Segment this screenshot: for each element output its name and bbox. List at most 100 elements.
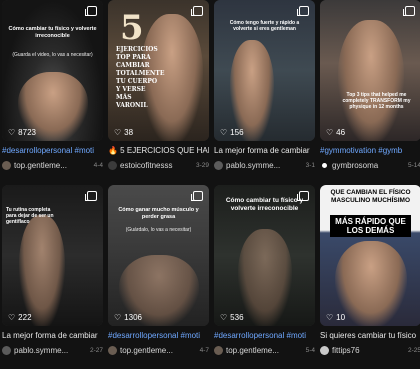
post-date: 3-29 [195,162,209,169]
thumbnail-figure [230,40,274,141]
overlay-text: Cómo ganar mucho músculo y perder grasa [118,207,199,220]
likes-value: 156 [230,128,244,137]
post-date: 4-4 [93,162,103,169]
likes-count: ♡ 46 [326,128,345,137]
video-thumbnail[interactable]: Cómo cambiar tu físico y volverte irreco… [2,0,103,141]
video-card[interactable]: Tu rutina completa para dejar de ser un … [2,185,105,369]
heart-outline-icon: ♡ [114,127,122,137]
likes-value: 222 [18,313,32,322]
author-name[interactable]: fittips76 [332,346,406,355]
multi-image-icon [191,6,203,16]
post-date: 2-27 [89,347,103,354]
likes-count: ♡ 156 [220,128,244,137]
avatar[interactable] [108,161,117,170]
author-name[interactable]: top.gentleme... [226,346,304,355]
thumbnail-figure [237,229,292,326]
author-name[interactable]: gymbrosoma [332,161,406,170]
multi-image-icon [297,6,309,16]
likes-count: ♡ 38 [114,128,133,137]
video-meta: pablo.symme... 2-27 [2,346,103,355]
video-thumbnail[interactable]: QUE CAMBIAN EL FÍSICO MASCULINO MUCHÍSIM… [320,185,420,326]
multi-image-icon [403,6,415,16]
overlay-text: Tu rutina completa para dejar de ser un … [6,207,54,225]
overlay-subtext: (Guarda el video, lo vas a necesitar) [12,52,93,58]
video-card[interactable]: QUE CAMBIAN EL FÍSICO MASCULINO MUCHÍSIM… [320,185,420,369]
multi-image-icon [191,191,203,201]
overlay-subtext: MÁS RÁPIDO QUE LOS DEMÁS [330,215,411,237]
author-name[interactable]: pablo.symme... [14,346,88,355]
overlay-text: Cómo cambiar tu físico y volverte irreco… [225,197,304,212]
avatar[interactable] [214,346,223,355]
video-meta: top.gentleme... 4-4 [2,161,103,170]
video-thumbnail[interactable]: Cómo tengo fuerte y rápido a volverte si… [214,0,315,141]
post-date: 2-25 [407,347,420,354]
overlay-subtext: (Guárdalo, lo vas a necesitar) [125,227,192,233]
likes-count: ♡ 536 [220,313,244,322]
likes-count: ♡ 222 [8,313,32,322]
thumbnail-figure [337,20,404,141]
video-card[interactable]: Cómo tengo fuerte y rápido a volverte si… [214,0,317,184]
overlay-text: Cómo cambiar tu físico y volverte irreco… [8,26,97,39]
video-title[interactable]: #desarrollopersonal #moti [2,146,103,155]
heart-outline-icon: ♡ [220,127,228,137]
author-name[interactable]: pablo.symme... [226,161,304,170]
likes-value: 38 [124,128,134,137]
video-title[interactable]: La mejor forma de cambiar [214,146,315,155]
thumbnail-figure [19,215,65,326]
avatar[interactable] [320,161,329,170]
avatar[interactable] [108,346,117,355]
video-card[interactable]: Top 3 tips that helped me completely TRA… [320,0,420,184]
author-name[interactable]: top.gentleme... [14,161,92,170]
likes-value: 1306 [124,313,142,322]
author-name[interactable]: estoicofitnesss [120,161,194,170]
likes-count: ♡ 10 [326,313,345,322]
video-meta: fittips76 2-25 [320,346,420,355]
video-card[interactable]: Cómo ganar mucho músculo y perder grasa … [108,185,211,369]
video-thumbnail[interactable]: Top 3 tips that helped me completely TRA… [320,0,420,141]
multi-image-icon [85,6,97,16]
heart-outline-icon: ♡ [114,312,122,322]
video-title[interactable]: La mejor forma de cambiar [2,331,103,340]
overlay-text: QUE CAMBIAN EL FÍSICO MASCULINO MUCHÍSIM… [330,189,411,204]
video-title[interactable]: 🔥 5 EJERCICIOS QUE HAR [108,146,209,155]
overlay-text: Cómo tengo fuerte y rápido a volverte si… [229,20,300,32]
avatar[interactable] [320,346,329,355]
heart-outline-icon: ♡ [220,312,228,322]
video-grid: Cómo cambiar tu físico y volverte irreco… [0,0,420,369]
video-meta: pablo.symme... 3-1 [214,161,315,170]
video-title[interactable]: #gymmotivation #gymb [320,146,420,155]
video-card[interactable]: 5 EJERCICIOS TOP PARA CAMBIAR TOTALMENTE… [108,0,211,184]
author-name[interactable]: top.gentleme... [120,346,198,355]
video-thumbnail[interactable]: Cómo ganar mucho músculo y perder grasa … [108,185,209,326]
post-date: 5-4 [305,347,315,354]
video-meta: top.gentleme... 5-4 [214,346,315,355]
heart-outline-icon: ♡ [8,127,16,137]
likes-count: ♡ 8723 [8,128,36,137]
likes-value: 10 [336,313,346,322]
avatar[interactable] [214,161,223,170]
avatar[interactable] [2,161,11,170]
heart-outline-icon: ♡ [8,312,16,322]
video-title[interactable]: #desarrollopersonal #moti [214,331,315,340]
video-title[interactable]: Si quieres cambiar tu físico [320,331,420,340]
video-meta: estoicofitnesss 3-29 [108,161,209,170]
video-thumbnail[interactable]: 5 EJERCICIOS TOP PARA CAMBIAR TOTALMENTE… [108,0,209,141]
video-meta: top.gentleme... 4-7 [108,346,209,355]
video-card[interactable]: Cómo cambiar tu físico y volverte irreco… [214,185,317,369]
post-date: 5-14 [407,162,420,169]
post-date: 4-7 [199,347,209,354]
heart-outline-icon: ♡ [326,312,334,322]
multi-image-icon [85,191,97,201]
avatar[interactable] [2,346,11,355]
overlay-text: EJERCICIOS TOP PARA CAMBIAR TOTALMENTE T… [116,46,165,109]
video-thumbnail[interactable]: Tu rutina completa para dejar de ser un … [2,185,103,326]
post-date: 3-1 [305,162,315,169]
multi-image-icon [297,191,309,201]
overlay-text: Top 3 tips that helped me completely TRA… [342,92,411,110]
video-title[interactable]: #desarrollopersonal #moti [108,331,209,340]
overlay-number: 5 [120,8,144,48]
likes-value: 536 [230,313,244,322]
likes-value: 8723 [18,128,36,137]
video-card[interactable]: Cómo cambiar tu físico y volverte irreco… [2,0,105,184]
video-thumbnail[interactable]: Cómo cambiar tu físico y volverte irreco… [214,185,315,326]
